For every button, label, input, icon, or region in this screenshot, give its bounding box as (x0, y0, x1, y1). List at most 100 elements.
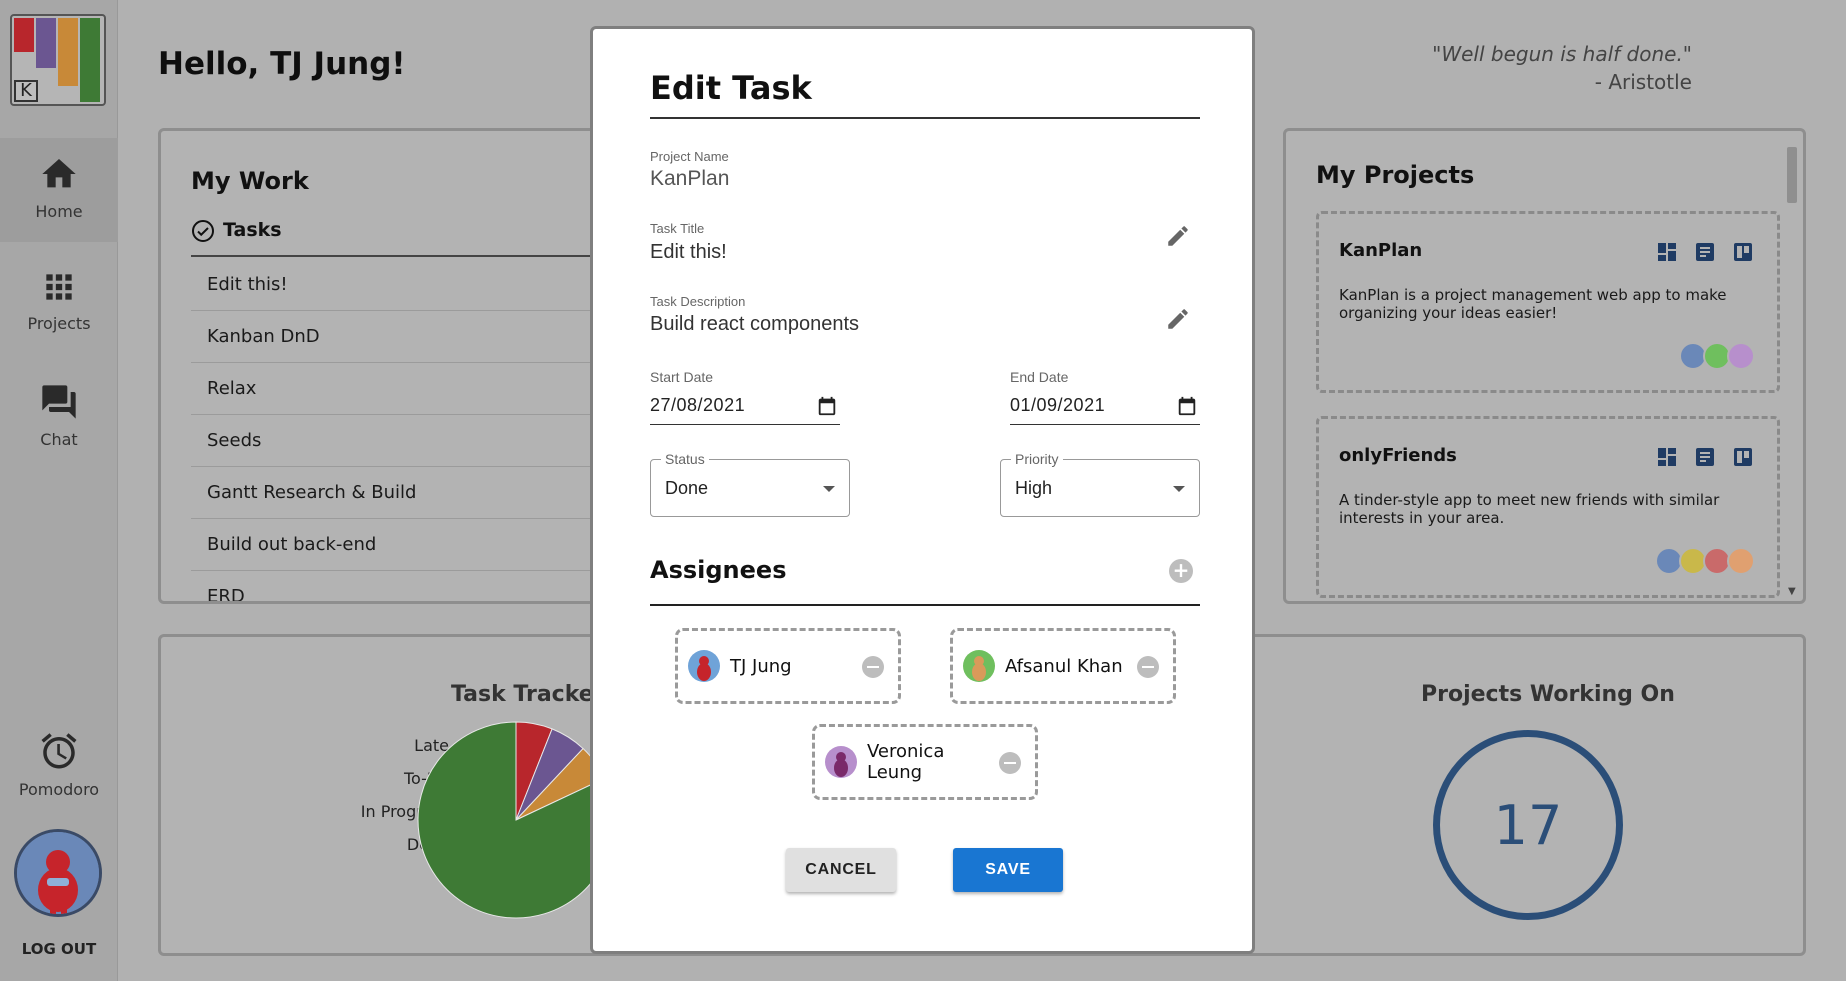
project-members (1655, 547, 1755, 575)
document-icon[interactable] (1693, 445, 1717, 469)
start-date-value: 27/08/2021 (650, 395, 746, 415)
task-item[interactable]: Build out back-end (191, 519, 595, 571)
my-work-title: My Work (191, 167, 309, 195)
user-avatar-image (17, 832, 99, 914)
tab-tasks-label: Tasks (223, 219, 282, 241)
task-tracker-title: Task Tracker (451, 682, 605, 707)
task-item[interactable]: Seeds (191, 415, 595, 467)
scrollbar-thumb[interactable] (1787, 147, 1797, 203)
grid-icon (46, 274, 72, 300)
logo-bar-green (80, 18, 100, 102)
user-avatar[interactable] (14, 829, 102, 917)
assignee-avatar (825, 746, 857, 778)
logout-button[interactable]: LOG OUT (0, 940, 118, 958)
nav-chat[interactable]: Chat (0, 366, 118, 470)
task-item[interactable]: Edit this! (191, 259, 595, 311)
project-name-value: KanPlan (650, 167, 730, 190)
task-description-value[interactable]: Build react components (650, 313, 859, 336)
tab-tasks[interactable]: Tasks (191, 219, 595, 257)
remove-assignee-button[interactable] (999, 752, 1021, 774)
project-view-icons (1655, 240, 1755, 264)
add-assignee-button[interactable]: + (1169, 559, 1193, 583)
calendar-icon[interactable] (816, 395, 838, 417)
kanban-board-icon[interactable] (1731, 445, 1755, 469)
task-item[interactable]: Gantt Research & Build (191, 467, 595, 519)
end-date-value: 01/09/2021 (1010, 395, 1106, 415)
edit-pencil-icon[interactable] (1165, 306, 1191, 332)
nav-home[interactable]: Home (0, 138, 118, 242)
quote-text: "Well begun is half done." (1432, 42, 1692, 66)
document-icon[interactable] (1693, 240, 1717, 264)
nav-projects-label: Projects (27, 314, 91, 333)
dropdown-arrow-icon (823, 486, 835, 492)
assignee-card: Afsanul Khan (950, 628, 1176, 704)
kanban-board-icon[interactable] (1731, 240, 1755, 264)
assignee-avatar (963, 650, 995, 682)
alarm-clock-icon (41, 733, 77, 769)
cancel-button[interactable]: CANCEL (786, 848, 896, 892)
edit-pencil-icon[interactable] (1165, 223, 1191, 249)
home-icon (42, 159, 76, 188)
calendar-icon[interactable] (1176, 395, 1198, 417)
project-card[interactable]: onlyFriends A tinder-style app to meet n… (1316, 416, 1780, 598)
status-label: Status (661, 451, 709, 467)
remove-assignee-button[interactable] (1137, 656, 1159, 678)
end-date-label: End Date (1010, 369, 1069, 385)
nav-pomodoro-label: Pomodoro (18, 780, 100, 799)
modal-title-divider (650, 117, 1200, 119)
quote-author: - Aristotle (1594, 70, 1692, 94)
projects-scrollbar[interactable]: ▼ (1785, 143, 1799, 597)
assignee-name: Veronica Leung (867, 741, 945, 783)
status-value: Done (665, 478, 709, 498)
projects-count: 17 (1493, 793, 1563, 857)
project-name-label: Project Name (650, 149, 729, 164)
scroll-down-arrow-icon[interactable]: ▼ (1788, 586, 1796, 597)
end-date-input[interactable]: 01/09/2021 (1010, 385, 1200, 425)
chat-icon (42, 385, 76, 419)
priority-value: High (1015, 478, 1053, 498)
task-title-value[interactable]: Edit this! (650, 241, 727, 264)
nav-chat-label: Chat (40, 430, 78, 449)
project-view-icons (1655, 445, 1755, 469)
edit-task-modal: Edit Task Project Name KanPlan Task Titl… (590, 26, 1255, 954)
sidebar: K Home Projects Chat Pomodoro LOG OUT (0, 0, 118, 981)
dashboard-icon[interactable] (1655, 240, 1679, 264)
nav-projects[interactable]: Projects (0, 252, 118, 356)
priority-label: Priority (1011, 451, 1063, 467)
assignees-title: Assignees (650, 556, 787, 584)
save-button[interactable]: SAVE (953, 848, 1063, 892)
priority-select[interactable]: Priority High (1000, 451, 1200, 517)
assignee-avatar (688, 650, 720, 682)
status-select[interactable]: Status Done (650, 451, 850, 517)
project-card[interactable]: KanPlan KanPlan is a project management … (1316, 211, 1780, 393)
modal-title: Edit Task (650, 69, 812, 107)
assignee-name: TJ Jung (730, 655, 792, 677)
quote: "Well begun is half done." - Aristotle (1432, 40, 1692, 96)
check-circle-icon (192, 220, 214, 242)
task-item[interactable]: Relax (191, 363, 595, 415)
member-avatar (1727, 342, 1755, 370)
task-item[interactable]: ERD (191, 571, 595, 601)
app-logo[interactable]: K (10, 14, 106, 106)
project-name: onlyFriends (1339, 445, 1457, 466)
greeting: Hello, TJ Jung! (158, 46, 406, 82)
dashboard-icon[interactable] (1655, 445, 1679, 469)
task-item[interactable]: Kanban DnD (191, 311, 595, 363)
start-date-label: Start Date (650, 369, 714, 385)
start-date-input[interactable]: 27/08/2021 (650, 385, 840, 425)
assignee-card: TJ Jung (675, 628, 901, 704)
remove-assignee-button[interactable] (862, 656, 884, 678)
projects-working-on-title: Projects Working On (1421, 682, 1675, 707)
project-description: A tinder-style app to meet new friends w… (1339, 491, 1720, 527)
task-pie-chart (417, 721, 615, 919)
project-name: KanPlan (1339, 240, 1423, 261)
logo-bar-orange (58, 18, 78, 86)
dropdown-arrow-icon (1173, 486, 1185, 492)
project-description: KanPlan is a project management web app … (1339, 286, 1727, 322)
project-members (1679, 342, 1755, 370)
assignee-card: Veronica Leung (812, 724, 1038, 800)
my-projects-title: My Projects (1316, 161, 1475, 189)
task-list: Edit this! Kanban DnD Relax Seeds Gantt … (191, 259, 595, 601)
task-title-label: Task Title (650, 221, 705, 236)
nav-pomodoro[interactable]: Pomodoro (0, 718, 118, 822)
